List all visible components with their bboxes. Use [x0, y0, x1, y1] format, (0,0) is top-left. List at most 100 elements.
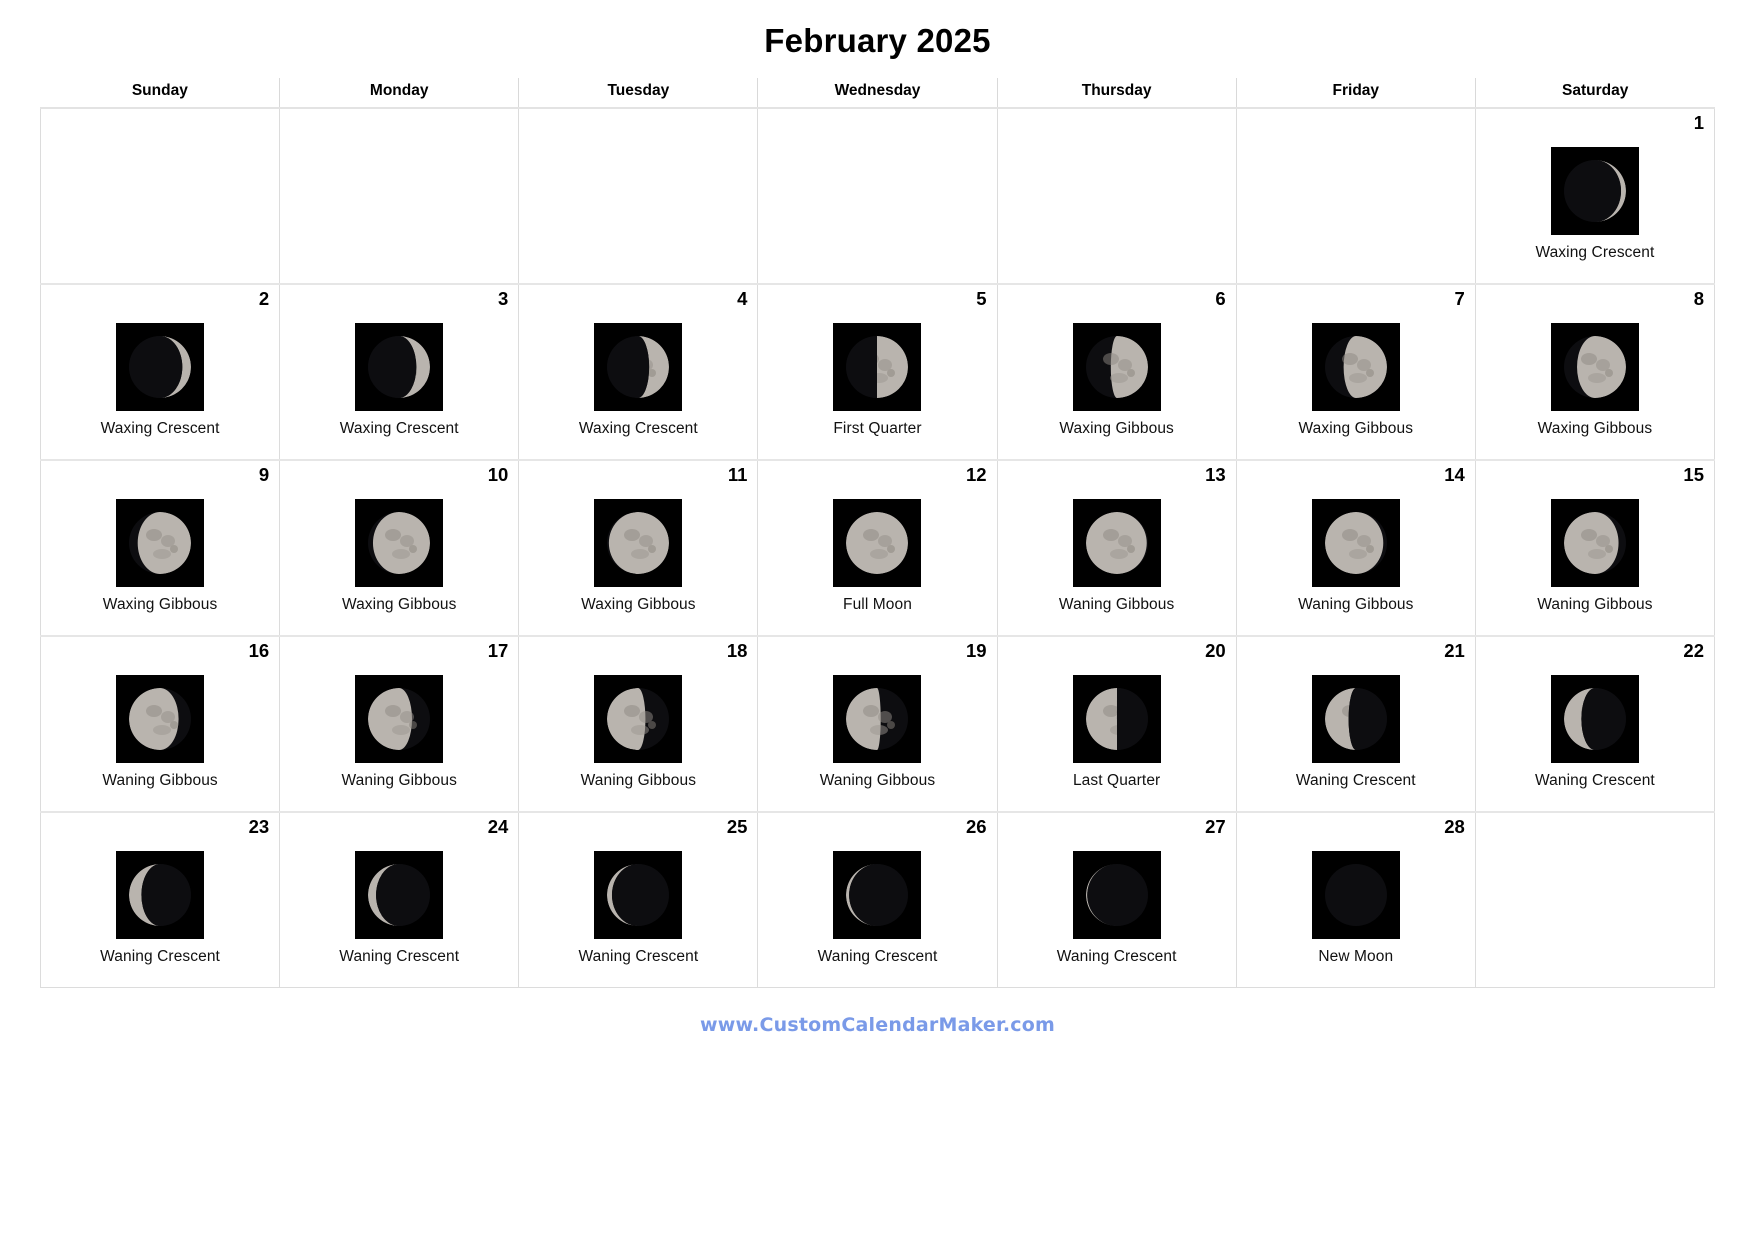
- calendar-day-cell[interactable]: 21 Waning Crescent: [1235, 635, 1476, 813]
- moon-image-holder: [1072, 637, 1161, 763]
- day-number: 10: [487, 464, 509, 485]
- day-cell-inner: 14 Waning Gibbous: [1237, 461, 1475, 635]
- day-cell-inner: 22 Waning Crescent: [1476, 637, 1714, 811]
- calendar-day-cell[interactable]: 26 Waning Crescent: [757, 811, 998, 988]
- calendar-day-cell[interactable]: 6 Waxing Gibbous: [996, 283, 1237, 461]
- day-cell-inner: 10 Waxing Gibbous: [280, 461, 518, 635]
- calendar-day-cell[interactable]: 12 Full Moon: [757, 459, 998, 637]
- moon-waning-gibbous-icon: [833, 675, 922, 763]
- moon-phase-label: Last Quarter: [1072, 772, 1161, 789]
- day-cell-inner: 25 Waning Crescent: [519, 813, 757, 987]
- day-cell-inner: 3 Waxing Crescent: [280, 285, 518, 459]
- day-number: 26: [965, 816, 987, 837]
- moon-waning-gibbous-icon: [116, 675, 205, 763]
- moon-phase-label: Waxing Gibbous: [1537, 420, 1653, 437]
- day-cell-inner: 12 Full Moon: [758, 461, 996, 635]
- calendar-day-cell[interactable]: 23 Waning Crescent: [39, 811, 281, 988]
- calendar-day-cell[interactable]: 17 Waning Gibbous: [279, 635, 520, 813]
- moon-image-holder: [1072, 285, 1161, 411]
- moon-phase-label: Waning Gibbous: [1537, 596, 1653, 613]
- moon-phase-label: Waning Crescent: [1056, 948, 1177, 965]
- site-url-footer[interactable]: www.CustomCalendarMaker.com: [0, 1014, 1755, 1036]
- calendar-day-cell[interactable]: 13 Waning Gibbous: [996, 459, 1237, 637]
- day-cell-inner: 28 New Moon: [1237, 813, 1475, 987]
- moon-phase-label: Waning Crescent: [817, 948, 938, 965]
- day-cell-inner: 23 Waning Crescent: [41, 813, 279, 987]
- day-cell-inner: 8 Waxing Gibbous: [1476, 285, 1714, 459]
- day-number: 7: [1454, 288, 1465, 309]
- weekday-header-sunday: Sunday: [40, 78, 281, 109]
- calendar-day-cell[interactable]: 4 Waxing Crescent: [518, 283, 759, 461]
- calendar-day-cell[interactable]: 3 Waxing Crescent: [279, 283, 520, 461]
- moon-image-holder: [1072, 813, 1161, 939]
- day-number: 16: [248, 640, 270, 661]
- moon-image-holder: [355, 813, 444, 939]
- day-number: 6: [1215, 288, 1226, 309]
- moon-waxing-gibbous-icon: [116, 499, 205, 587]
- calendar-day-cell[interactable]: 20 Last Quarter: [996, 635, 1237, 813]
- calendar-day-cell[interactable]: 18 Waning Gibbous: [518, 635, 759, 813]
- moon-image-holder: [1550, 109, 1639, 235]
- calendar-day-cell[interactable]: 14 Waning Gibbous: [1235, 459, 1476, 637]
- moon-waning-crescent-icon: [1311, 675, 1400, 763]
- day-number: 12: [965, 464, 987, 485]
- calendar-day-cell[interactable]: 2 Waxing Crescent: [39, 283, 281, 461]
- moon-phase-label: Waning Gibbous: [341, 772, 457, 789]
- calendar-day-cell[interactable]: 22 Waning Crescent: [1474, 635, 1716, 813]
- calendar-day-cell-empty: [1474, 811, 1716, 988]
- calendar-day-cell[interactable]: 1 Waxing Crescent: [1474, 108, 1716, 285]
- moon-new-icon: [1311, 851, 1400, 939]
- moon-phase-label: Waning Gibbous: [1298, 596, 1414, 613]
- moon-image-holder: [116, 637, 205, 763]
- moon-waning-crescent-icon: [833, 851, 922, 939]
- calendar-day-cell[interactable]: 7 Waxing Gibbous: [1235, 283, 1476, 461]
- day-cell-inner: 7 Waxing Gibbous: [1237, 285, 1475, 459]
- empty-cell-inner: [519, 109, 757, 283]
- moon-phase-label: Waxing Gibbous: [1059, 420, 1174, 437]
- day-cell-inner: 4 Waxing Crescent: [519, 285, 757, 459]
- moon-phase-label: Waxing Gibbous: [102, 596, 218, 613]
- calendar-day-cell-empty: [39, 108, 281, 285]
- day-number: 13: [1205, 464, 1226, 485]
- page-title: February 2025: [764, 22, 991, 59]
- day-number: 27: [1205, 816, 1226, 837]
- calendar-day-cell[interactable]: 5 First Quarter: [757, 283, 998, 461]
- day-number: 14: [1444, 464, 1465, 485]
- calendar-day-cell[interactable]: 19 Waning Gibbous: [757, 635, 998, 813]
- day-cell-inner: 11 Waxing Gibbous: [519, 461, 757, 635]
- calendar-day-cell[interactable]: 9 Waxing Gibbous: [39, 459, 281, 637]
- calendar-day-cell[interactable]: 15 Waning Gibbous: [1474, 459, 1716, 637]
- weekday-header-row: Sunday Monday Tuesday Wednesday Thursday Frid…: [40, 78, 1715, 109]
- calendar-day-cell[interactable]: 28 New Moon: [1235, 811, 1476, 988]
- moon-phase-label: First Quarter: [833, 420, 922, 437]
- moon-image-holder: [355, 461, 444, 587]
- calendar-day-cell[interactable]: 8 Waxing Gibbous: [1474, 283, 1716, 461]
- moon-waxing-crescent-icon: [1550, 147, 1639, 235]
- moon-waning-crescent-icon: [1550, 675, 1639, 763]
- moon-image-holder: [116, 813, 205, 939]
- moon-waning-crescent-icon: [594, 851, 683, 939]
- moon-waxing-crescent-icon: [355, 323, 444, 411]
- calendar-day-cell[interactable]: 24 Waning Crescent: [279, 811, 520, 988]
- moon-first-quarter-icon: [833, 323, 922, 411]
- moon-phase-label: Waxing Gibbous: [581, 596, 696, 613]
- calendar-day-cell[interactable]: 25 Waning Crescent: [518, 811, 759, 988]
- calendar-day-cell[interactable]: 16 Waning Gibbous: [39, 635, 281, 813]
- calendar-day-cell-empty: [996, 108, 1237, 285]
- day-cell-inner: 1 Waxing Crescent: [1476, 109, 1714, 283]
- moon-waxing-crescent-icon: [594, 323, 683, 411]
- moon-phase-label: Waxing Crescent: [578, 420, 698, 437]
- calendar-day-cell[interactable]: 27 Waning Crescent: [996, 811, 1237, 988]
- calendar-day-cell[interactable]: 11 Waxing Gibbous: [518, 459, 759, 637]
- moon-image-holder: [1550, 637, 1639, 763]
- day-cell-inner: 27 Waning Crescent: [998, 813, 1236, 987]
- weekday-header-thursday: Thursday: [996, 78, 1237, 109]
- moon-waxing-gibbous-icon: [1072, 323, 1161, 411]
- moon-waxing-gibbous-icon: [355, 499, 444, 587]
- day-number: 19: [965, 640, 987, 661]
- weekday-header-tuesday: Tuesday: [518, 78, 759, 109]
- calendar-day-cell[interactable]: 10 Waxing Gibbous: [279, 459, 520, 637]
- day-cell-inner: 21 Waning Crescent: [1237, 637, 1475, 811]
- moon-image-holder: [833, 461, 922, 587]
- moon-waning-gibbous-icon: [1072, 499, 1161, 587]
